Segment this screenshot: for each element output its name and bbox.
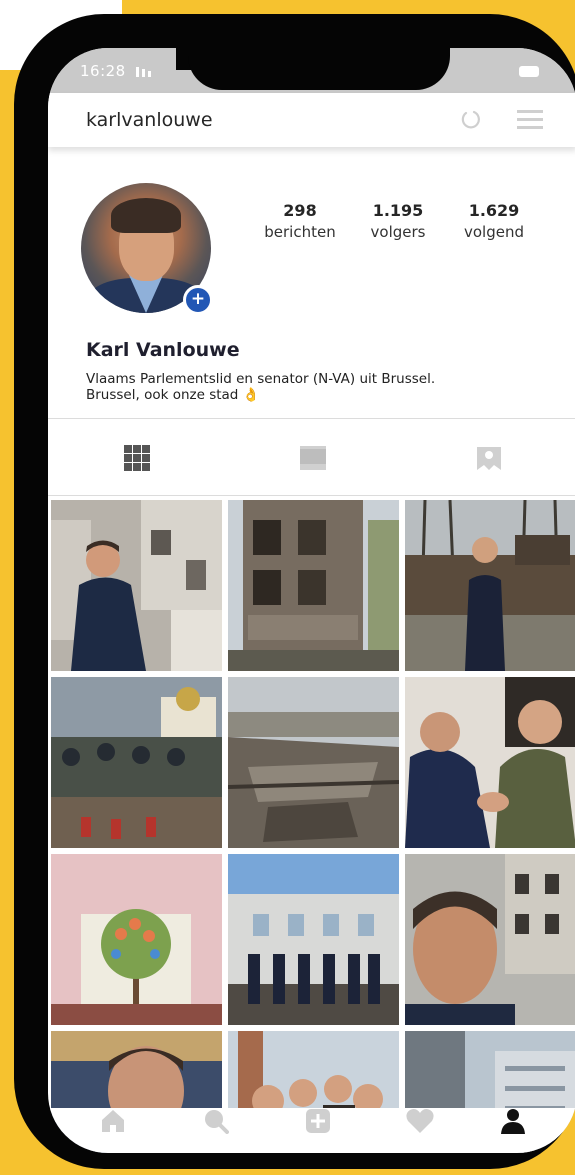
profile-bio: Vlaams Parlementslid en senator (N-VA) u… bbox=[86, 371, 526, 403]
add-story-icon[interactable]: + bbox=[183, 285, 213, 315]
profile-header: karlvanlouwe bbox=[48, 93, 575, 147]
profile-tabs bbox=[48, 418, 575, 496]
notch bbox=[188, 48, 450, 90]
tagged-icon[interactable] bbox=[475, 445, 503, 471]
phone-frame: 16:28 karlvanlouwe + 298 berichten 1.195… bbox=[14, 14, 575, 1169]
username: karlvanlouwe bbox=[86, 109, 213, 131]
photo-tile[interactable] bbox=[51, 500, 222, 671]
photo-tile[interactable] bbox=[405, 854, 575, 1025]
status-time: 16:28 bbox=[80, 62, 126, 80]
stat-followers[interactable]: 1.195 volgers bbox=[358, 201, 438, 241]
feed-icon[interactable] bbox=[299, 445, 327, 471]
stat-posts-label: berichten bbox=[264, 223, 336, 241]
refresh-icon[interactable] bbox=[460, 109, 482, 131]
profile-name: Karl Vanlouwe bbox=[86, 339, 240, 361]
profile-icon[interactable] bbox=[500, 1108, 526, 1134]
photo-tile[interactable] bbox=[405, 500, 575, 671]
photo-tile[interactable] bbox=[405, 677, 575, 848]
photo-tile[interactable] bbox=[228, 854, 399, 1025]
add-post-icon[interactable] bbox=[305, 1108, 331, 1134]
photo-tile[interactable] bbox=[51, 854, 222, 1025]
status-bar: 16:28 bbox=[48, 48, 575, 93]
photo-tile[interactable] bbox=[228, 500, 399, 671]
bio-line-2: Brussel, ook onze stad 👌 bbox=[86, 387, 260, 403]
stat-following-value: 1.629 bbox=[468, 201, 520, 220]
stat-following-label: volgend bbox=[464, 223, 524, 241]
home-icon[interactable] bbox=[100, 1108, 126, 1134]
phone-screen: 16:28 karlvanlouwe + 298 berichten 1.195… bbox=[48, 48, 575, 1153]
photo-tile[interactable] bbox=[228, 677, 399, 848]
stat-followers-label: volgers bbox=[370, 223, 426, 241]
heart-icon[interactable] bbox=[405, 1108, 435, 1134]
signal-icon bbox=[136, 65, 160, 77]
photo-tile[interactable] bbox=[51, 677, 222, 848]
search-icon[interactable] bbox=[203, 1108, 229, 1134]
stat-posts-value: 298 bbox=[283, 201, 317, 220]
grid-icon[interactable] bbox=[123, 445, 151, 471]
stat-followers-value: 1.195 bbox=[372, 201, 424, 220]
bio-line-1: Vlaams Parlementslid en senator (N-VA) u… bbox=[86, 371, 436, 387]
menu-icon[interactable] bbox=[517, 110, 543, 130]
stat-following[interactable]: 1.629 volgend bbox=[456, 201, 532, 241]
battery-icon bbox=[519, 66, 539, 77]
stat-posts[interactable]: 298 berichten bbox=[262, 201, 338, 241]
bottom-nav bbox=[48, 1108, 575, 1153]
